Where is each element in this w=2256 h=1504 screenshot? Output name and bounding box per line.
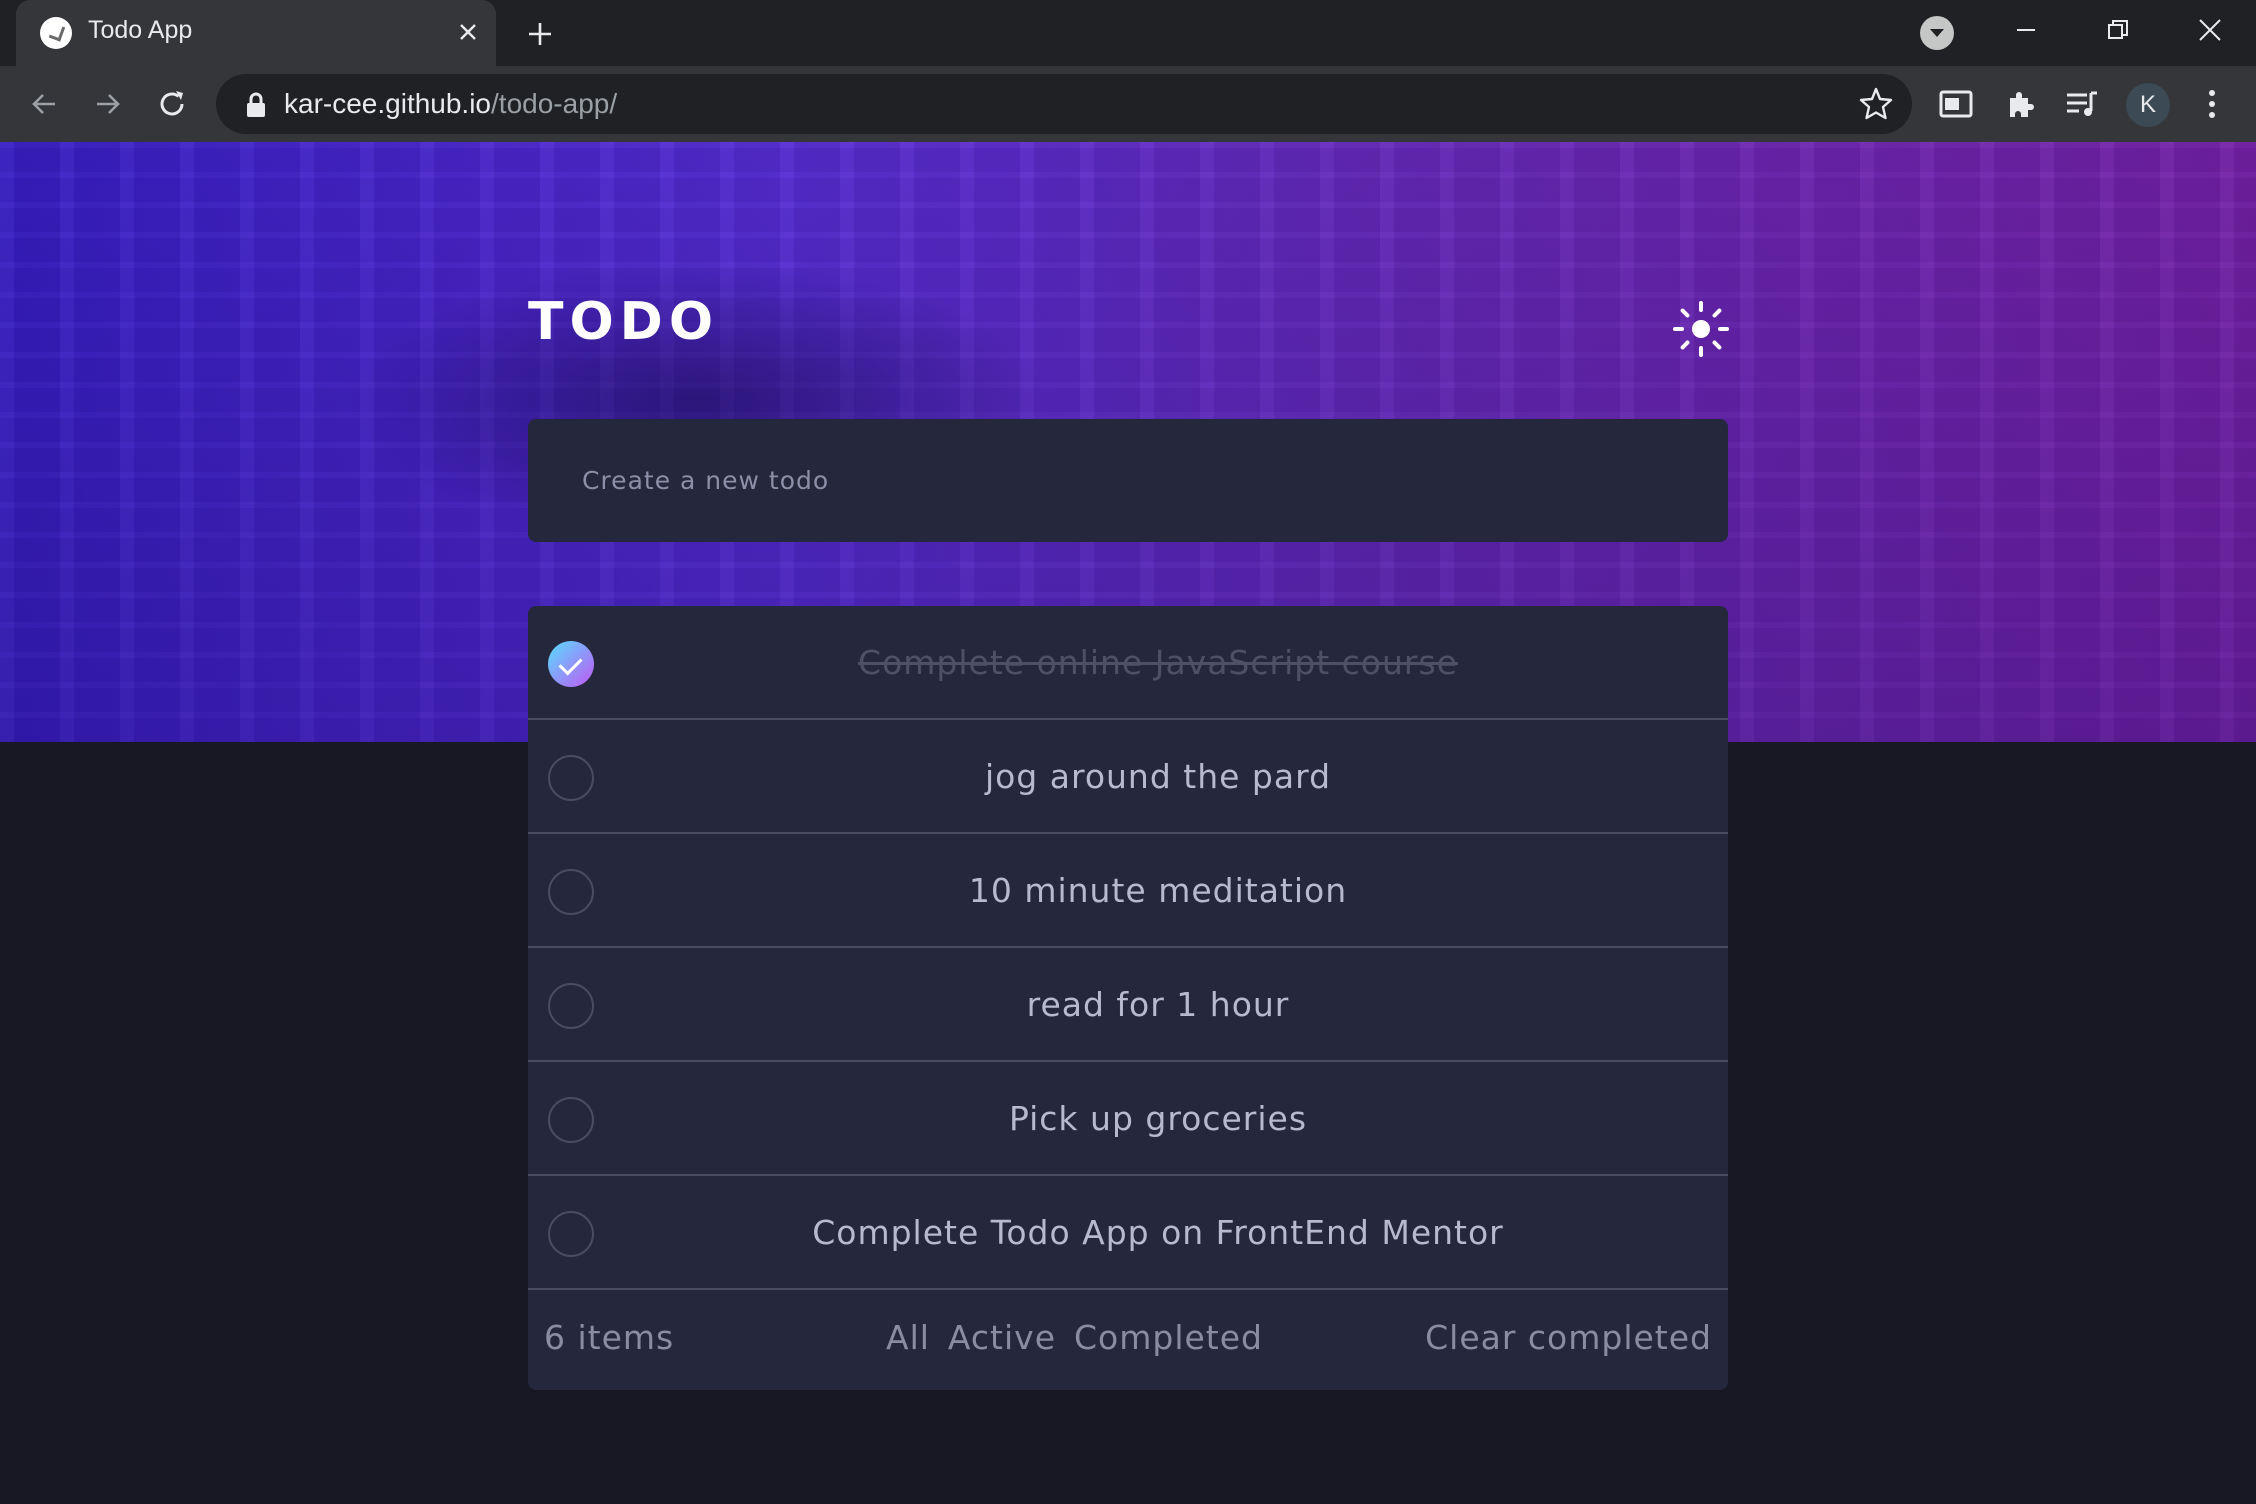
todo-text: jog around the pard bbox=[984, 756, 1332, 796]
todo-item[interactable]: read for 1 hour bbox=[528, 948, 1728, 1062]
todo-checkbox[interactable] bbox=[548, 983, 594, 1029]
new-todo-input[interactable] bbox=[580, 457, 1680, 503]
todo-item[interactable]: 10 minute meditation bbox=[528, 834, 1728, 948]
tab-title: Todo App bbox=[88, 16, 193, 44]
todo-item[interactable]: Complete Todo App on FrontEnd Mentor bbox=[528, 1176, 1728, 1290]
reload-button[interactable] bbox=[148, 80, 196, 128]
chevron-down-icon bbox=[1930, 29, 1944, 37]
arrow-left-icon bbox=[32, 94, 55, 114]
todo-checkbox-checked[interactable] bbox=[548, 641, 594, 687]
todo-item[interactable]: Complete online JavaScript course bbox=[528, 606, 1728, 720]
plus-icon bbox=[529, 23, 551, 45]
browser-tab[interactable]: Todo App bbox=[16, 0, 496, 66]
playlist-icon bbox=[2067, 91, 2097, 116]
todo-text: Complete online JavaScript course bbox=[858, 642, 1458, 682]
picture-in-picture-icon bbox=[1939, 90, 1973, 118]
star-icon[interactable] bbox=[1858, 86, 1894, 122]
close-icon bbox=[2199, 19, 2221, 41]
favicon-icon bbox=[40, 17, 72, 49]
forward-button[interactable] bbox=[84, 80, 132, 128]
todo-text: Complete Todo App on FrontEnd Mentor bbox=[812, 1212, 1504, 1252]
filter-group: All Active Completed bbox=[886, 1318, 1263, 1357]
clear-completed-button[interactable]: Clear completed bbox=[1425, 1318, 1712, 1357]
new-tab-button[interactable] bbox=[518, 12, 562, 56]
tab-search-button[interactable] bbox=[1920, 16, 1954, 50]
extensions-button[interactable] bbox=[1996, 80, 2044, 128]
todo-checkbox[interactable] bbox=[548, 1097, 594, 1143]
browser-menu-button[interactable] bbox=[2188, 80, 2236, 128]
url-text: kar-cee.github.io/todo-app/ bbox=[284, 88, 617, 120]
minimize-icon bbox=[2017, 29, 2035, 31]
arrow-right-icon bbox=[97, 94, 120, 114]
restore-button[interactable] bbox=[2072, 0, 2164, 60]
items-left-count: 6 items bbox=[544, 1318, 675, 1357]
todo-item[interactable]: Pick up groceries bbox=[528, 1062, 1728, 1176]
filter-all[interactable]: All bbox=[886, 1318, 930, 1357]
filter-completed[interactable]: Completed bbox=[1074, 1318, 1263, 1357]
todo-checkbox[interactable] bbox=[548, 755, 594, 801]
todo-text: 10 minute meditation bbox=[968, 870, 1348, 910]
browser-toolbar: kar-cee.github.io/todo-app/ K bbox=[0, 66, 2256, 142]
more-vertical-icon bbox=[2209, 90, 2215, 118]
close-icon bbox=[460, 24, 476, 40]
sun-icon[interactable] bbox=[1672, 300, 1730, 358]
reload-icon bbox=[160, 91, 184, 116]
close-tab-button[interactable] bbox=[448, 12, 488, 52]
todo-checkbox[interactable] bbox=[548, 1211, 594, 1257]
profile-avatar[interactable]: K bbox=[2126, 83, 2170, 127]
close-window-button[interactable] bbox=[2164, 0, 2256, 60]
browser-tabstrip: Todo App bbox=[0, 0, 2256, 66]
lock-icon bbox=[247, 92, 265, 117]
todo-footer: 6 items All Active Completed Clear compl… bbox=[528, 1290, 1728, 1390]
todo-list: Complete online JavaScript course jog ar… bbox=[528, 606, 1728, 1390]
media-controls-button[interactable] bbox=[2058, 80, 2106, 128]
page-title: TODO bbox=[528, 292, 720, 352]
restore-icon bbox=[2108, 20, 2128, 39]
filter-active[interactable]: Active bbox=[948, 1318, 1056, 1357]
new-todo-box bbox=[528, 419, 1728, 542]
url-host: kar-cee.github.io bbox=[284, 88, 492, 119]
picture-in-picture-button[interactable] bbox=[1932, 80, 1980, 128]
todo-item[interactable]: jog around the pard bbox=[528, 720, 1728, 834]
todo-checkbox[interactable] bbox=[548, 869, 594, 915]
page-viewport: TODO Complete online JavaScript course j… bbox=[0, 142, 2256, 1504]
todo-text: read for 1 hour bbox=[1026, 984, 1290, 1024]
address-bar[interactable]: kar-cee.github.io/todo-app/ bbox=[216, 74, 1912, 134]
url-path: /todo-app/ bbox=[491, 88, 618, 119]
puzzle-icon bbox=[2010, 92, 2034, 117]
back-button[interactable] bbox=[20, 80, 68, 128]
todo-text: Pick up groceries bbox=[1008, 1098, 1308, 1138]
minimize-button[interactable] bbox=[1980, 0, 2072, 60]
